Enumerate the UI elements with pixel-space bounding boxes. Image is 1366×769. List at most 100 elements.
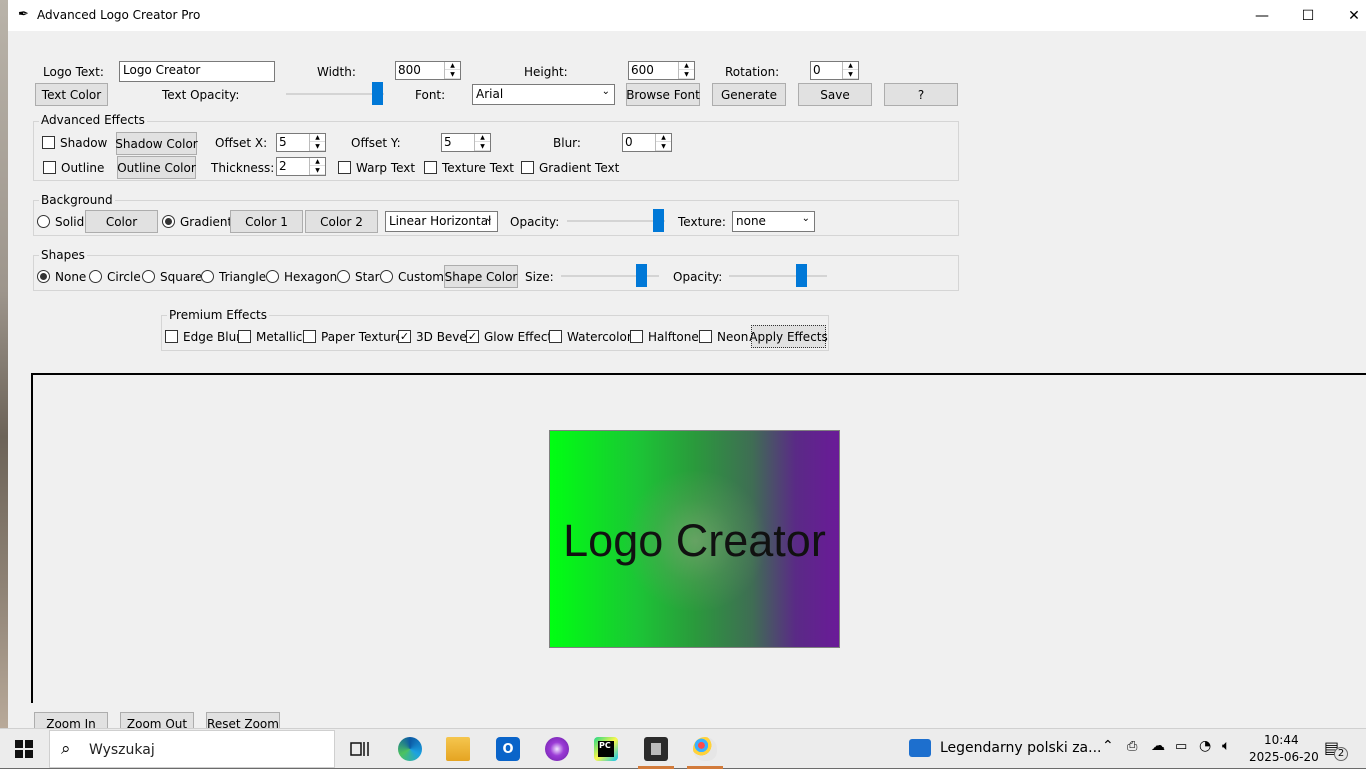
shape-custom-radio[interactable] — [380, 270, 393, 283]
offset-y-spinbox[interactable]: 5 ▲ ▼ — [441, 133, 491, 152]
onedrive-icon[interactable]: ☁ — [1151, 738, 1165, 754]
rotation-spinbox[interactable]: 0 ▲ ▼ — [810, 61, 859, 80]
close-button[interactable]: ✕ — [1331, 0, 1366, 31]
color1-button[interactable]: Color 1 — [230, 210, 303, 233]
clock-time[interactable]: 10:44 — [1264, 733, 1299, 747]
height-spinbox[interactable]: 600 ▲ ▼ — [628, 61, 695, 80]
spin-up-icon[interactable]: ▲ — [679, 62, 694, 70]
warp-text-checkbox[interactable] — [338, 161, 351, 174]
spin-down-icon[interactable]: ▼ — [656, 143, 671, 151]
spin-down-icon[interactable]: ▼ — [679, 71, 694, 79]
preview-canvas[interactable]: Logo Creator — [31, 373, 1366, 703]
spin-up-icon[interactable]: ▲ — [656, 134, 671, 142]
thickness-spinbox[interactable]: 2 ▲ ▼ — [276, 157, 326, 176]
apply-effects-button[interactable]: Apply Effects — [749, 325, 828, 348]
spin-down-icon[interactable]: ▼ — [445, 71, 460, 79]
generate-button[interactable]: Generate — [712, 83, 786, 106]
size-slider[interactable] — [561, 264, 659, 288]
shape-square-radio[interactable] — [142, 270, 155, 283]
clock-date[interactable]: 2025-06-20 — [1249, 750, 1319, 764]
offset-x-spinbox[interactable]: 5 ▲ ▼ — [276, 133, 326, 152]
edge-blur-label: Edge Blur — [183, 330, 242, 344]
zoom-out-button[interactable]: Zoom Out — [120, 712, 194, 728]
battery-icon[interactable]: ▭ — [1175, 739, 1187, 754]
volume-icon[interactable]: 🔈︎ — [1222, 738, 1230, 754]
3d-bevel-checkbox[interactable]: ✓ — [398, 330, 411, 343]
spin-up-icon[interactable]: ▲ — [445, 62, 460, 70]
texture-text-checkbox[interactable] — [424, 161, 437, 174]
gradient-text-checkbox[interactable] — [521, 161, 534, 174]
bg-opacity-slider[interactable] — [567, 209, 665, 233]
edge-blur-checkbox[interactable] — [165, 330, 178, 343]
color2-button[interactable]: Color 2 — [305, 210, 378, 233]
shadow-checkbox[interactable] — [42, 136, 55, 149]
blur-spinbox[interactable]: 0 ▲ ▼ — [622, 133, 672, 152]
shape-circle-label: Circle — [107, 270, 141, 284]
height-value: 600 — [631, 63, 654, 77]
spin-down-icon[interactable]: ▼ — [310, 143, 325, 151]
solid-radio[interactable] — [37, 215, 50, 228]
reset-zoom-button[interactable]: Reset Zoom — [206, 712, 280, 728]
logo-preview: Logo Creator — [549, 430, 840, 648]
paper-texture-checkbox[interactable] — [303, 330, 316, 343]
news-widget-text[interactable]: Legendarny polski za... — [940, 740, 1102, 756]
maximize-button[interactable]: ☐ — [1285, 0, 1331, 31]
watercolor-checkbox[interactable] — [549, 330, 562, 343]
shadow-color-button[interactable]: Shadow Color — [115, 132, 198, 155]
shape-triangle-radio[interactable] — [201, 270, 214, 283]
font-select[interactable]: Arial ⌄ — [472, 84, 615, 105]
news-widget-icon[interactable] — [909, 739, 931, 757]
spin-down-icon[interactable]: ▼ — [843, 71, 858, 79]
shape-circle-radio[interactable] — [89, 270, 102, 283]
shape-none-radio[interactable] — [37, 270, 50, 283]
texture-select[interactable]: none ⌄ — [732, 211, 815, 232]
gradient-type-value: Linear Horizontal — [389, 214, 492, 228]
gradient-type-select[interactable]: Linear Horizontal ⌄ — [385, 211, 498, 232]
logo-text-input[interactable]: Logo Creator — [119, 61, 275, 82]
text-opacity-slider[interactable] — [286, 82, 384, 106]
minimize-button[interactable]: — — [1239, 0, 1285, 31]
pycharm-icon[interactable]: PC — [582, 729, 630, 769]
meet-now-icon[interactable]: ⎙ — [1127, 739, 1137, 754]
taskbar-search[interactable]: ⌕ Wyszukaj — [49, 730, 335, 768]
shape-star-radio[interactable] — [337, 270, 350, 283]
metallic-checkbox[interactable] — [238, 330, 251, 343]
shape-color-button[interactable]: Shape Color — [444, 265, 518, 288]
wifi-icon[interactable]: ◔ — [1199, 738, 1211, 754]
python-app-icon[interactable] — [632, 729, 680, 769]
task-view-icon[interactable] — [336, 729, 384, 769]
spin-up-icon[interactable]: ▲ — [310, 134, 325, 142]
halftone-checkbox[interactable] — [630, 330, 643, 343]
tor-browser-icon[interactable] — [533, 729, 581, 769]
taskbar: ⌕ Wyszukaj O PC Legendarny polski za... … — [0, 728, 1366, 769]
gradient-radio[interactable] — [162, 215, 175, 228]
neon-checkbox[interactable] — [699, 330, 712, 343]
shape-hexagon-radio[interactable] — [266, 270, 279, 283]
edge-browser-icon[interactable] — [386, 729, 434, 769]
width-spinbox[interactable]: 800 ▲ ▼ — [395, 61, 461, 80]
feather-icon: ✒ — [18, 7, 29, 22]
shape-opacity-slider[interactable] — [729, 264, 827, 288]
save-button[interactable]: Save — [798, 83, 872, 106]
file-explorer-icon[interactable] — [434, 729, 482, 769]
spin-up-icon[interactable]: ▲ — [475, 134, 490, 142]
help-button[interactable]: ? — [884, 83, 958, 106]
bg-color-button[interactable]: Color — [85, 210, 158, 233]
chevron-up-icon[interactable]: ⌃ — [1102, 738, 1114, 754]
windows-start-icon[interactable] — [0, 729, 48, 769]
spin-down-icon[interactable]: ▼ — [475, 143, 490, 151]
spin-up-icon[interactable]: ▲ — [843, 62, 858, 70]
spin-down-icon[interactable]: ▼ — [310, 167, 325, 175]
zoom-in-button[interactable]: Zoom In — [34, 712, 108, 728]
offset-x-label: Offset X: — [215, 136, 268, 150]
text-color-button[interactable]: Text Color — [35, 83, 108, 106]
outlook-icon[interactable]: O — [484, 729, 532, 769]
glow-effect-checkbox[interactable]: ✓ — [466, 330, 479, 343]
blur-value: 0 — [625, 135, 633, 149]
logo-text-label: Logo Text: — [43, 65, 104, 79]
browse-font-button[interactable]: Browse Font — [626, 83, 700, 106]
paint-icon[interactable] — [681, 729, 729, 769]
outline-checkbox[interactable] — [43, 161, 56, 174]
spin-up-icon[interactable]: ▲ — [310, 158, 325, 166]
outline-color-button[interactable]: Outline Color — [117, 156, 196, 179]
